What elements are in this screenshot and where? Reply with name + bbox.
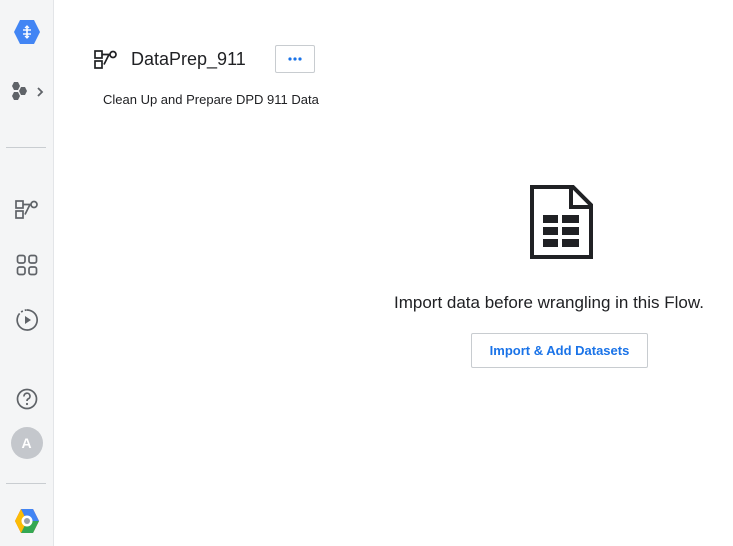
empty-state-message: Import data before wrangling in this Flo… xyxy=(394,293,704,312)
empty-state-illustration xyxy=(529,185,594,264)
sidebar-item-flows[interactable] xyxy=(0,196,53,222)
avatar: A xyxy=(10,427,43,459)
services-switcher-icon xyxy=(11,82,43,100)
flows-icon xyxy=(14,200,38,219)
more-options-button[interactable] xyxy=(275,45,315,73)
import-add-datasets-button[interactable]: Import & Add Datasets xyxy=(471,333,648,368)
services-switcher-button[interactable] xyxy=(0,78,53,106)
left-nav-sidebar: A xyxy=(0,0,54,546)
dataprep-logo-icon xyxy=(13,20,40,44)
jobs-icon xyxy=(15,309,38,331)
gcp-logo-icon xyxy=(14,509,39,533)
help-button[interactable] xyxy=(0,386,53,412)
flow-icon xyxy=(94,50,117,69)
document-icon xyxy=(530,185,593,259)
sidebar-item-library[interactable] xyxy=(0,252,53,278)
flow-description: Clean Up and Prepare DPD 911 Data xyxy=(103,92,319,107)
more-horizontal-icon xyxy=(288,57,302,61)
account-button[interactable]: A xyxy=(0,427,53,459)
sidebar-divider-bottom xyxy=(6,483,46,484)
sidebar-divider xyxy=(6,147,46,148)
dataprep-logo-button[interactable] xyxy=(0,16,53,48)
library-icon xyxy=(16,254,37,276)
sidebar-item-jobs[interactable] xyxy=(0,307,53,333)
gcp-console-button[interactable] xyxy=(0,507,53,535)
flow-title: DataPrep_911 xyxy=(131,48,246,69)
flow-header: DataPrep_911 xyxy=(93,45,246,73)
help-icon xyxy=(16,388,37,410)
